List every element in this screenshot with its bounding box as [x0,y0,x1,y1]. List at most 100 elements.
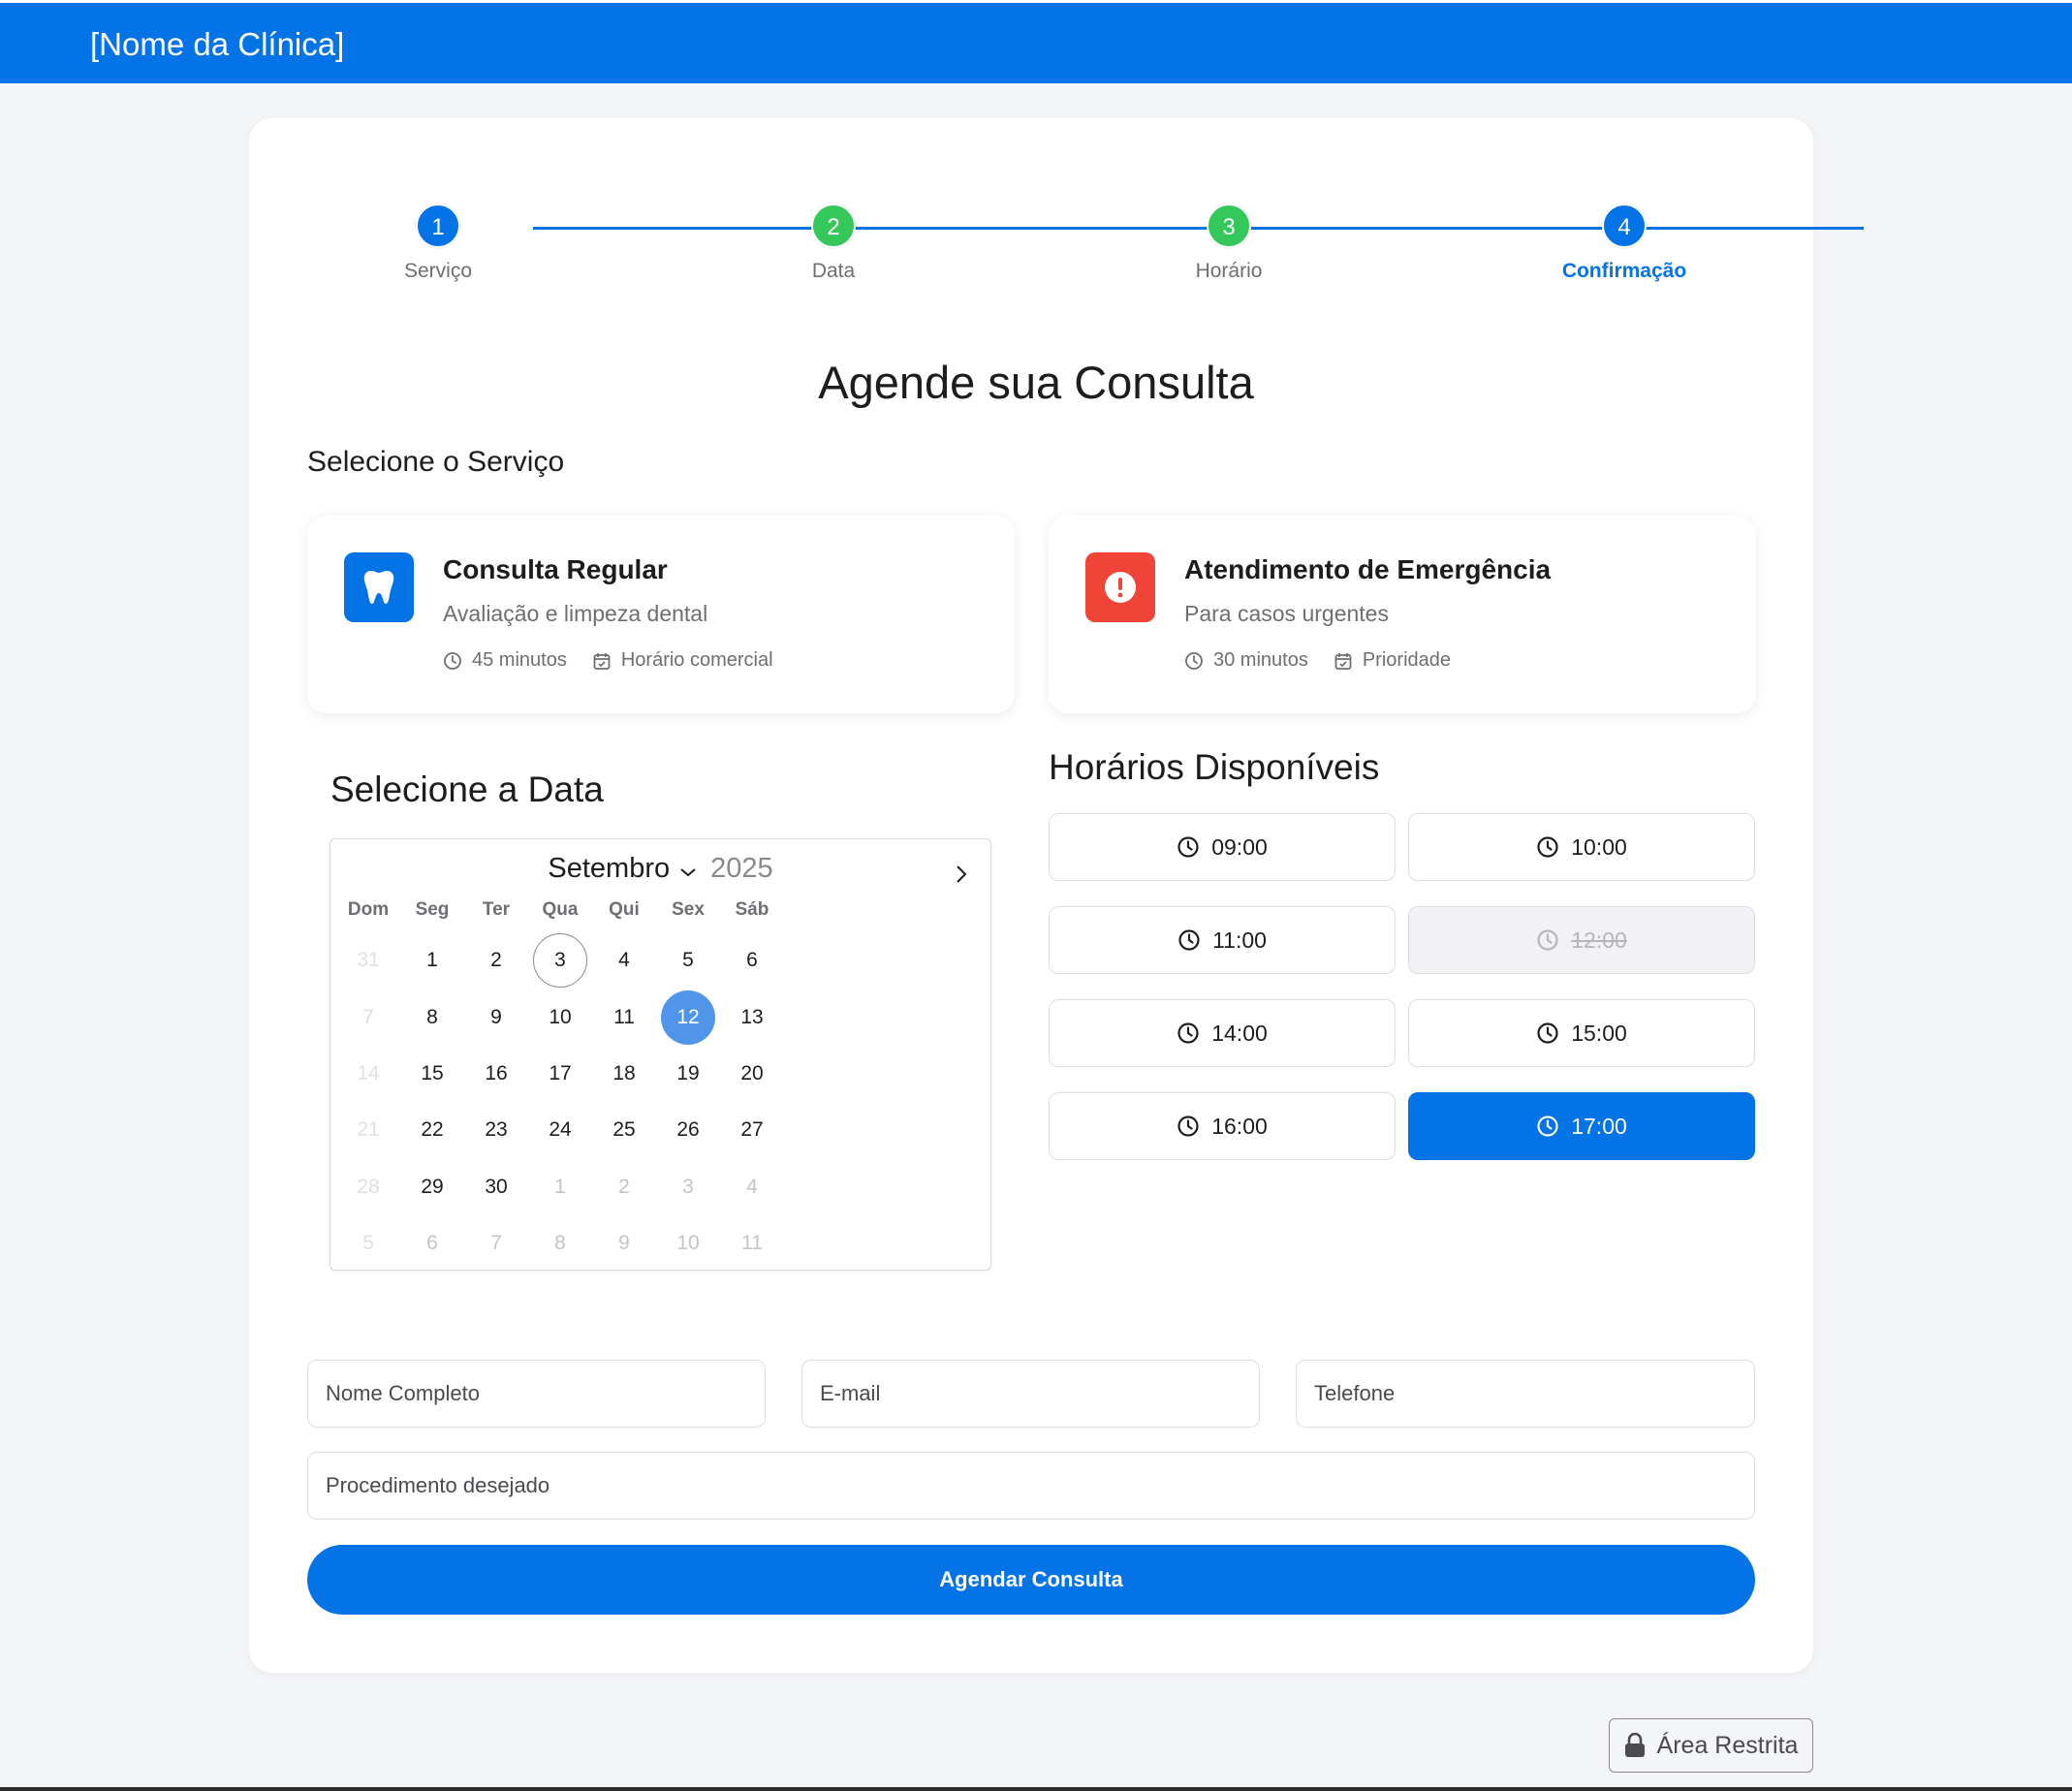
time-slot-label: 17:00 [1571,1113,1627,1139]
calendar-day[interactable]: 27 [720,1102,784,1158]
calendar-day-number: 15 [421,1061,444,1084]
schedule-button[interactable]: Agendar Consulta [307,1545,1755,1615]
calendar-day-number: 30 [485,1175,508,1198]
month-select[interactable]: Setembro [548,853,670,884]
calendar-day[interactable]: 23 [464,1102,528,1158]
calendar-day[interactable]: 9 [464,989,528,1045]
calendar-day: 4 [720,1159,784,1215]
weekday-label: Ter [482,899,511,920]
email-field[interactable] [801,1360,1260,1428]
window-edge [0,1787,2072,1791]
step-1[interactable]: 1 Serviço [331,204,545,283]
calendar-day: 31 [336,932,400,989]
step-number: 4 [1602,204,1647,248]
calendar-day-number: 8 [554,1232,566,1255]
calendar-day[interactable]: 19 [656,1046,720,1102]
calendar-day: 21 [336,1102,400,1158]
time-slot-button[interactable]: 09:00 [1049,813,1396,881]
calendar-day[interactable]: 25 [592,1102,656,1158]
calendar-day-number: 31 [357,949,380,972]
next-month-icon[interactable] [948,861,975,888]
time-slot-label: 09:00 [1211,833,1268,860]
calendar-day-number: 12 [661,990,715,1045]
calendar-day-number: 18 [612,1061,636,1084]
clock-icon [1536,835,1559,859]
calendar-day[interactable]: 12 [656,989,720,1045]
service-duration: 30 minutos [1184,649,1308,672]
step-label: Horário [1195,260,1263,282]
calendar-day: 7 [464,1215,528,1272]
calendar-day[interactable]: 17 [528,1046,592,1102]
calendar-day[interactable]: 18 [592,1046,656,1102]
calendar-day[interactable]: 20 [720,1046,784,1102]
calendar-day-number: 22 [421,1118,444,1142]
name-field[interactable] [307,1360,766,1428]
procedure-field[interactable] [307,1452,1755,1520]
calendar-day[interactable]: 6 [720,932,784,989]
calendar-day[interactable]: 1 [400,932,464,989]
calendar-day[interactable]: 29 [400,1159,464,1215]
page-title: Agende sua Consulta [818,357,1254,408]
calendar-day[interactable]: 22 [400,1102,464,1158]
time-slot-button[interactable]: 10:00 [1408,813,1755,881]
times-heading: Horários Disponíveis [1049,747,1380,787]
phone-field[interactable] [1296,1360,1755,1428]
calendar-day-number: 9 [618,1232,630,1255]
calendar-day-number: 29 [421,1175,444,1198]
time-slot-button[interactable]: 15:00 [1408,999,1755,1067]
calendar-day[interactable]: 10 [528,989,592,1045]
calendar-day-number: 10 [676,1232,700,1255]
step-label: Confirmação [1561,260,1687,282]
year-input[interactable]: 2025 [710,853,773,884]
calendar-day[interactable]: 15 [400,1046,464,1102]
clock-icon [1185,651,1203,670]
calendar-day: 11 [720,1215,784,1272]
clock-icon [1536,1021,1559,1045]
clock-icon [1536,1115,1559,1138]
calendar-day-number: 6 [746,949,758,972]
calendar-day[interactable]: 24 [528,1102,592,1158]
calendar-day[interactable]: 2 [464,932,528,989]
calendar-day[interactable]: 4 [592,932,656,989]
time-slot-button[interactable]: 11:00 [1049,906,1396,974]
weekday-label: Sex [672,899,705,920]
calendar-day-number: 2 [618,1175,630,1198]
service-card-emergency[interactable]: Atendimento de Emergência Para casos urg… [1049,516,1756,713]
calendar-day[interactable]: 11 [592,989,656,1045]
calendar-day[interactable]: 26 [656,1102,720,1158]
calendar-day: 7 [336,989,400,1045]
step-4[interactable]: 4 Confirmação [1518,204,1731,283]
time-slot-button[interactable]: 16:00 [1049,1092,1396,1160]
weekday-label: Dom [347,899,390,920]
calendar-day[interactable]: 30 [464,1159,528,1215]
calendar-day-number: 5 [682,949,694,972]
date-heading: Selecione a Data [330,770,604,809]
calendar-day-number: 23 [485,1118,508,1142]
clock-icon [444,651,461,670]
step-2[interactable]: 2 Data [727,204,940,283]
calendar-day[interactable]: 8 [400,989,464,1045]
service-name: Consulta Regular [443,554,668,584]
step-3[interactable]: 3 Horário [1122,204,1335,283]
time-slot-button[interactable]: 14:00 [1049,999,1396,1067]
calendar-day-number: 26 [676,1118,700,1142]
calendar-day[interactable]: 3 [528,932,592,989]
weekday-label: Qui [609,899,640,920]
service-card-regular[interactable]: Consulta Regular Avaliação e limpeza den… [307,516,1015,713]
step-number: 2 [811,204,856,248]
top-bar: [Nome da Clínica] [0,0,2072,83]
time-slot-button[interactable]: 17:00 [1408,1092,1755,1160]
time-slot-label: 10:00 [1571,833,1627,860]
chevron-down-icon[interactable] [679,854,697,886]
calendar-day-number: 20 [740,1061,764,1084]
calendar-day: 14 [336,1046,400,1102]
restricted-area-button[interactable]: Área Restrita [1609,1718,1813,1773]
restricted-label: Área Restrita [1656,1731,1799,1759]
calendar-day[interactable]: 13 [720,989,784,1045]
calendar-day[interactable]: 5 [656,932,720,989]
calendar-header: Setembro 2025 [330,853,990,886]
calendar-day[interactable]: 16 [464,1046,528,1102]
services-heading: Selecione o Serviço [307,446,565,478]
calendar-day: 10 [656,1215,720,1272]
calendar-day-number: 7 [362,1005,374,1028]
